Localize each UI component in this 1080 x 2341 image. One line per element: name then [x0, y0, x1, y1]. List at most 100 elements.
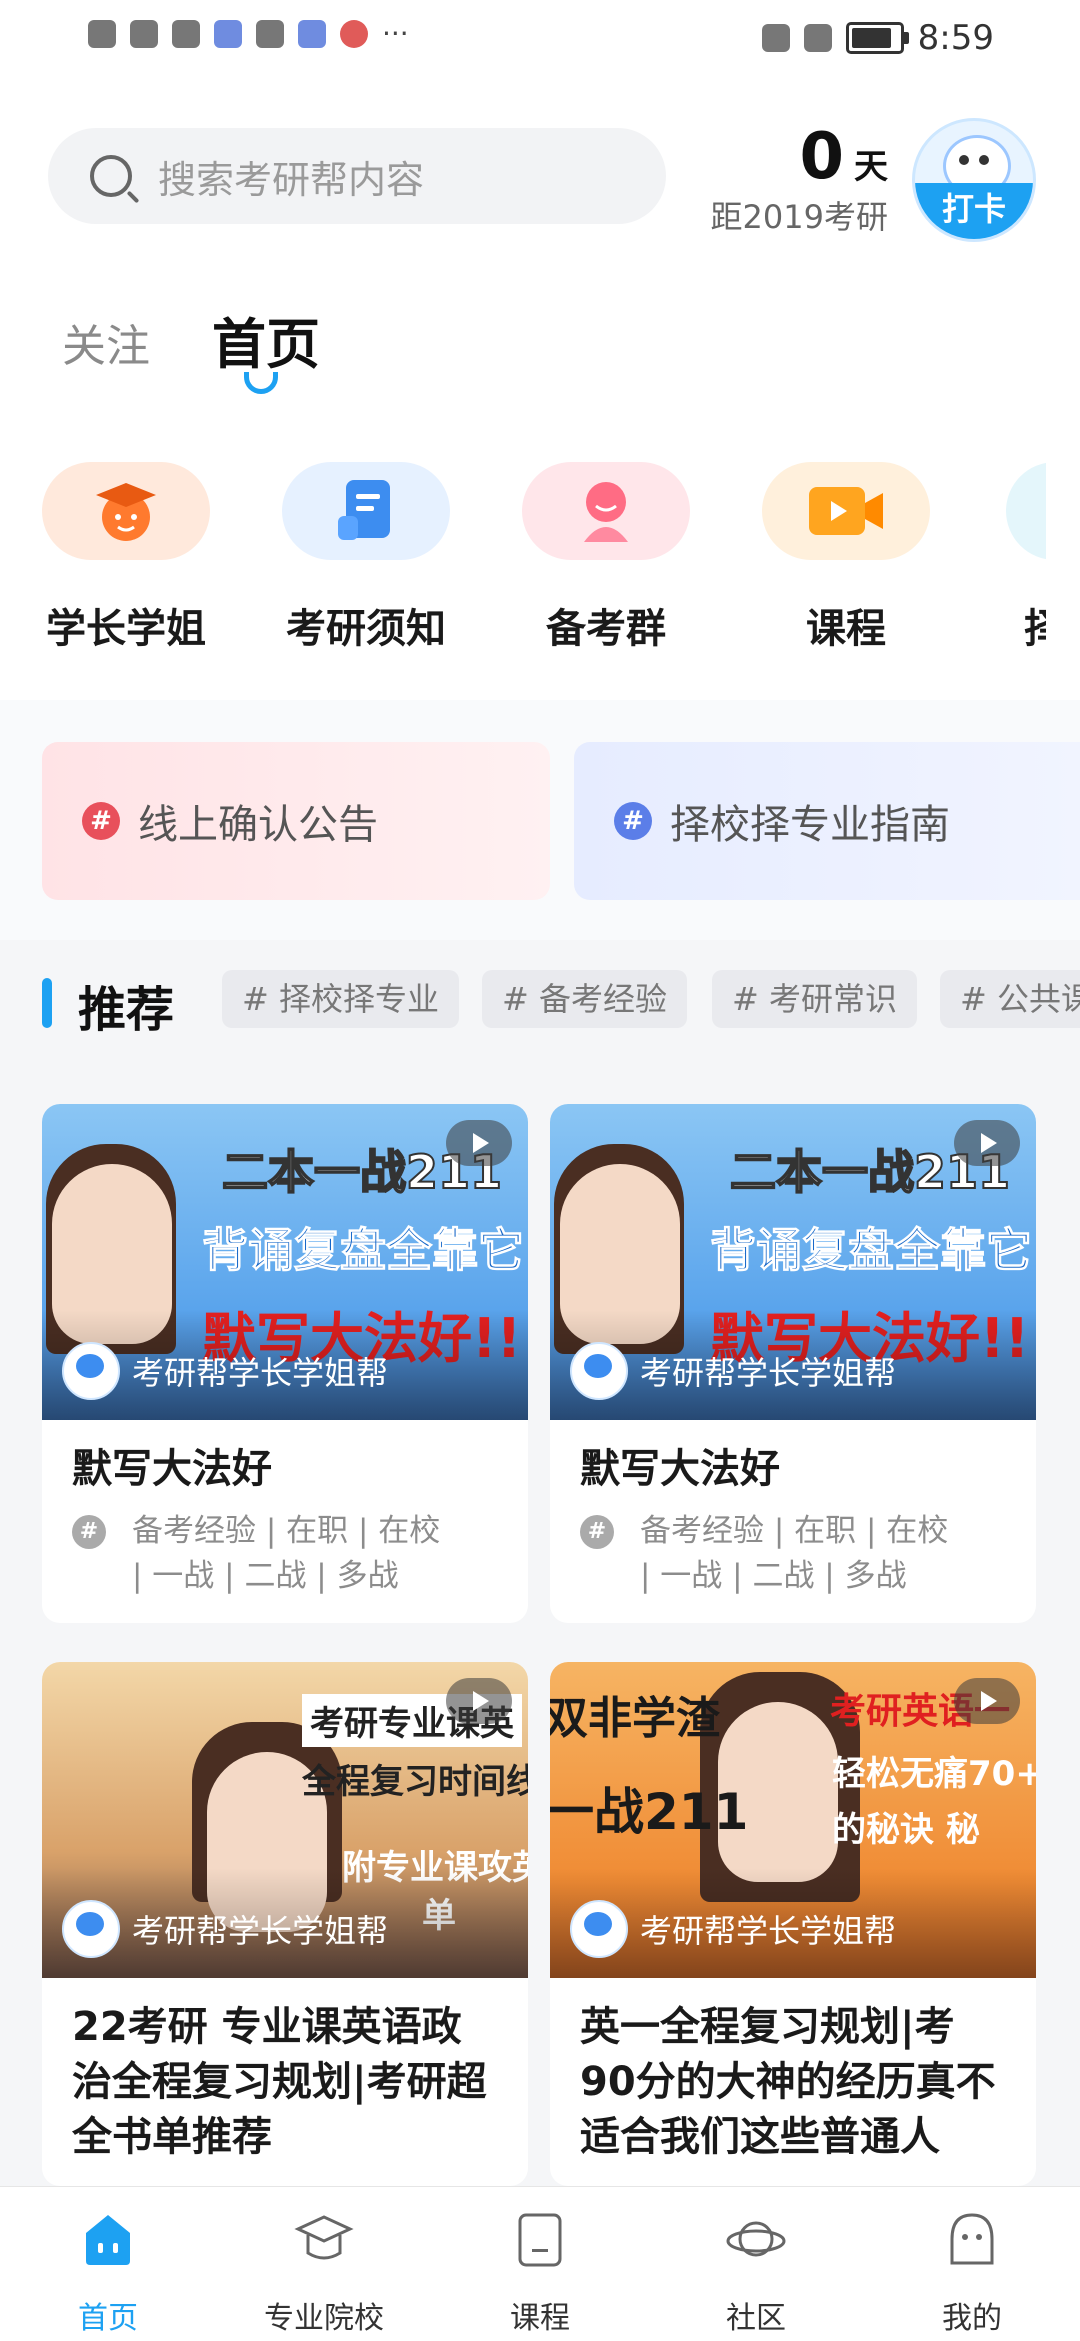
video-thumbnail: 二本一战211 背诵复盘全靠它 默写大法好!! 考研帮学长学姐帮	[42, 1104, 528, 1420]
video-camera-icon	[809, 487, 883, 535]
author-name: 考研帮学长学姐帮	[640, 1912, 897, 1950]
section-accent-bar	[42, 978, 52, 1028]
tag-line: 备考经验 | 在职 | 在校	[640, 1513, 949, 1549]
chip-experience[interactable]: # 备考经验	[482, 970, 687, 1028]
shortcut-study-group[interactable]: 备考群	[496, 462, 716, 654]
author: 考研帮学长学姐帮	[570, 1342, 896, 1400]
shortcut-pill	[1006, 462, 1046, 560]
shortcut-exam-notice[interactable]: 考研须知	[256, 462, 476, 654]
avatar	[570, 1900, 628, 1958]
author: 考研帮学长学姐帮	[62, 1900, 388, 1958]
hashtag-icon: #	[614, 802, 652, 840]
topic-online-confirm[interactable]: # 线上确认公告	[42, 742, 550, 900]
nav-courses[interactable]: 课程	[432, 2187, 648, 2341]
graduation-cap-icon	[294, 2215, 354, 2260]
mascot-eye-right	[979, 155, 989, 165]
nav-label: 课程	[510, 2301, 570, 2336]
nav-label: 首页	[78, 2301, 138, 2336]
video-card[interactable]: 二本一战211 背诵复盘全靠它 默写大法好!! 考研帮学长学姐帮 默写大法好 #…	[550, 1104, 1036, 1623]
status-icons-left: ···	[88, 20, 409, 48]
author: 考研帮学长学姐帮	[62, 1342, 388, 1400]
shortcut-pill	[522, 462, 690, 560]
topic-school-guide[interactable]: # 择校择专业指南	[574, 742, 1080, 900]
shortcut-label: 学长学姐	[46, 606, 206, 652]
author-name: 考研帮学长学姐帮	[132, 1912, 389, 1950]
wifi-icon	[130, 20, 158, 48]
recommend-bar: 推荐 # 择校择专业 # 备考经验 # 考研常识 # 公共课	[0, 940, 1080, 1066]
person-icon	[584, 482, 628, 542]
shortcut-grid: 学长学姐 考研须知 备考群 课程 择	[0, 462, 1080, 662]
tab-follow[interactable]: 关注	[62, 310, 150, 374]
vibrate-icon	[803, 24, 832, 52]
thumb-caption: 的秘诀 秘	[832, 1810, 980, 1850]
nav-community[interactable]: 社区	[648, 2187, 864, 2341]
shortcut-courses[interactable]: 课程	[736, 462, 956, 654]
hashtag-icon: #	[580, 1515, 614, 1549]
video-card[interactable]: 二本一战211 背诵复盘全靠它 默写大法好!! 考研帮学长学姐帮 默写大法好 #…	[42, 1104, 528, 1623]
video-card[interactable]: 双非学渣 一战211 考研英语一 轻松无痛70+ 的秘诀 秘 考研帮学长学姐帮 …	[550, 1662, 1036, 2186]
card-tag-text: 备考经验 | 在职 | 在校 | 一战 | 二战 | 多战	[640, 1509, 948, 1599]
thumb-caption: 背诵复盘全靠它	[710, 1223, 1033, 1278]
thumb-caption: 背诵复盘全靠它	[202, 1223, 525, 1278]
chip-public-course[interactable]: # 公共课	[940, 970, 1080, 1028]
shortcut-label: 课程	[806, 606, 886, 652]
video-thumbnail: 考研专业课英 全程复习时间线 附专业课攻英 单 考研帮学长学姐帮	[42, 1662, 528, 1978]
document-icon	[338, 480, 390, 540]
nav-label: 社区	[726, 2301, 786, 2336]
battery-icon	[845, 22, 909, 54]
nav-profile[interactable]: 我的	[864, 2187, 1080, 2341]
shortcut-label: 备考群	[546, 606, 666, 652]
mascot-eye-left	[959, 155, 969, 165]
checkin-button[interactable]: 打卡	[912, 118, 1036, 242]
home-icon	[86, 2215, 130, 2265]
status-bar: ··· 8:59	[0, 0, 1080, 80]
thumb-caption: 一战211	[550, 1783, 749, 1841]
countdown-number: 0	[799, 120, 844, 194]
shortcut-seniors[interactable]: 学长学姐	[16, 462, 236, 654]
video-card[interactable]: 考研专业课英 全程复习时间线 附专业课攻英 单 考研帮学长学姐帮 22考研 专业…	[42, 1662, 528, 2186]
bottom-nav: 首页 专业院校 课程 社区 我的	[0, 2186, 1080, 2341]
video-thumbnail: 双非学渣 一战211 考研英语一 轻松无痛70+ 的秘诀 秘 考研帮学长学姐帮	[550, 1662, 1036, 1978]
profile-icon	[950, 2213, 994, 2265]
shortcut-pill	[762, 462, 930, 560]
thumb-caption: 轻松无痛70+	[832, 1754, 1036, 1794]
course-icon	[518, 2213, 562, 2267]
planet-icon	[726, 2221, 786, 2257]
avatar	[62, 1342, 120, 1400]
recommend-title: 推荐	[78, 982, 175, 1038]
nav-schools[interactable]: 专业院校	[216, 2187, 432, 2341]
shortcut-pill	[42, 462, 210, 560]
search-placeholder: 搜索考研帮内容	[158, 157, 425, 202]
play-icon	[446, 1120, 512, 1166]
card-title: 默写大法好	[580, 1446, 780, 1492]
search-icon	[90, 155, 132, 197]
play-icon	[446, 1678, 512, 1724]
mortarboard-icon	[96, 483, 156, 541]
author: 考研帮学长学姐帮	[570, 1900, 896, 1958]
topic-label: 线上确认公告	[138, 802, 378, 848]
tag-line: 备考经验 | 在职 | 在校	[132, 1513, 441, 1549]
chip-common-knowledge[interactable]: # 考研常识	[712, 970, 917, 1028]
author-name: 考研帮学长学姐帮	[640, 1354, 897, 1392]
shortcut-partial[interactable]: 择	[976, 462, 1046, 654]
video-thumbnail: 二本一战211 背诵复盘全靠它 默写大法好!! 考研帮学长学姐帮	[550, 1104, 1036, 1420]
usb-icon	[256, 20, 284, 48]
thumb-caption: 全程复习时间线	[302, 1762, 528, 1802]
card-title: 默写大法好	[72, 1446, 272, 1492]
chip-school-major[interactable]: # 择校择专业	[222, 970, 459, 1028]
card-tag-text: 备考经验 | 在职 | 在校 | 一战 | 二战 | 多战	[132, 1509, 440, 1599]
alert-icon	[88, 20, 116, 48]
countdown-unit: 天	[854, 147, 888, 187]
search-bar[interactable]: 搜索考研帮内容	[48, 128, 666, 224]
card-tags: # 备考经验 | 在职 | 在校 | 一战 | 二战 | 多战	[42, 1497, 528, 1623]
weibo-icon	[340, 20, 368, 48]
active-tab-indicator	[244, 372, 278, 394]
play-icon	[954, 1120, 1020, 1166]
tab-home[interactable]: 首页	[212, 300, 320, 379]
play-icon	[954, 1678, 1020, 1724]
eye-icon	[761, 24, 790, 52]
nav-home[interactable]: 首页	[0, 2187, 216, 2341]
music-icon	[298, 20, 326, 48]
tag-line: | 一战 | 二战 | 多战	[640, 1558, 907, 1594]
card-title: 英一全程复习规划|考90分的大神的经历真不适合我们这些普通人	[580, 2004, 996, 2160]
